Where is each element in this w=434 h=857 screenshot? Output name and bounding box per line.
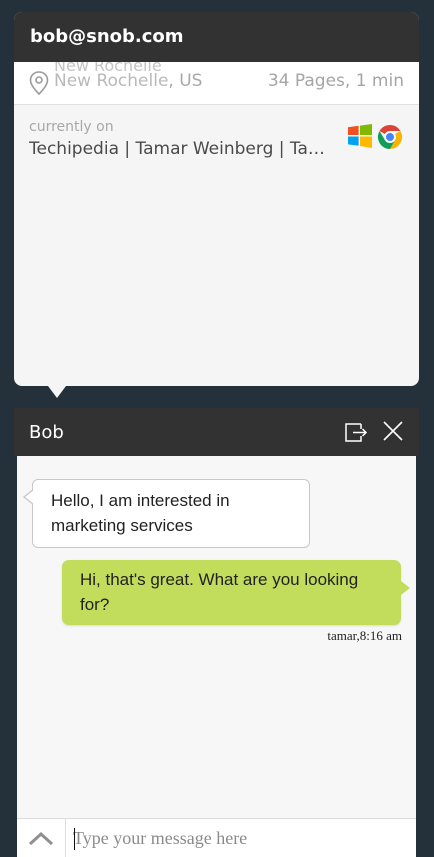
outgoing-message-text: Hi, that's great. What are you looking f… [80, 570, 359, 614]
close-icon[interactable] [381, 419, 405, 443]
chat-window: Bob Hello, I am interested in marketing … [14, 408, 419, 857]
message-composer [17, 818, 416, 857]
chrome-icon [377, 125, 403, 149]
current-page-block: currently on Techipedia | Tamar Weinberg… [14, 105, 419, 162]
popout-icon[interactable] [344, 420, 370, 444]
incoming-message-text: Hello, I am interested in marketing serv… [51, 491, 230, 535]
message-input[interactable] [73, 824, 403, 852]
chat-header: Bob [14, 408, 419, 456]
incoming-message: Hello, I am interested in marketing serv… [23, 479, 310, 548]
outgoing-bubble-tail [401, 581, 410, 595]
windows-icon [348, 124, 372, 148]
card-pointer [48, 386, 66, 398]
current-page-title: Techipedia | Tamar Weinberg | Ta… [29, 139, 325, 159]
location-pin-icon [29, 71, 49, 96]
composer-divider [65, 819, 66, 857]
visitor-region: , US [168, 71, 203, 91]
text-cursor [74, 828, 75, 850]
visit-stats: 34 Pages, 1 min [267, 71, 404, 91]
outgoing-message: Hi, that's great. What are you looking f… [62, 560, 410, 625]
visitor-city: New Rochelle [54, 71, 169, 91]
visitor-location: New Rochelle, US [54, 71, 202, 91]
visitor-email: bob@snob.com [14, 12, 419, 62]
visitor-location-row: New Rochelle New Rochelle, US 34 Pages, … [14, 62, 419, 105]
visitor-info-card: bob@snob.com New Rochelle New Rochelle, … [14, 12, 419, 398]
message-timestamp: tamar,8:16 am [327, 628, 402, 643]
incoming-bubble-tail-fill [25, 490, 34, 504]
chevron-up-icon[interactable] [27, 829, 55, 849]
chat-transcript[interactable]: Hello, I am interested in marketing serv… [17, 456, 416, 818]
chat-title: Bob [29, 422, 64, 443]
